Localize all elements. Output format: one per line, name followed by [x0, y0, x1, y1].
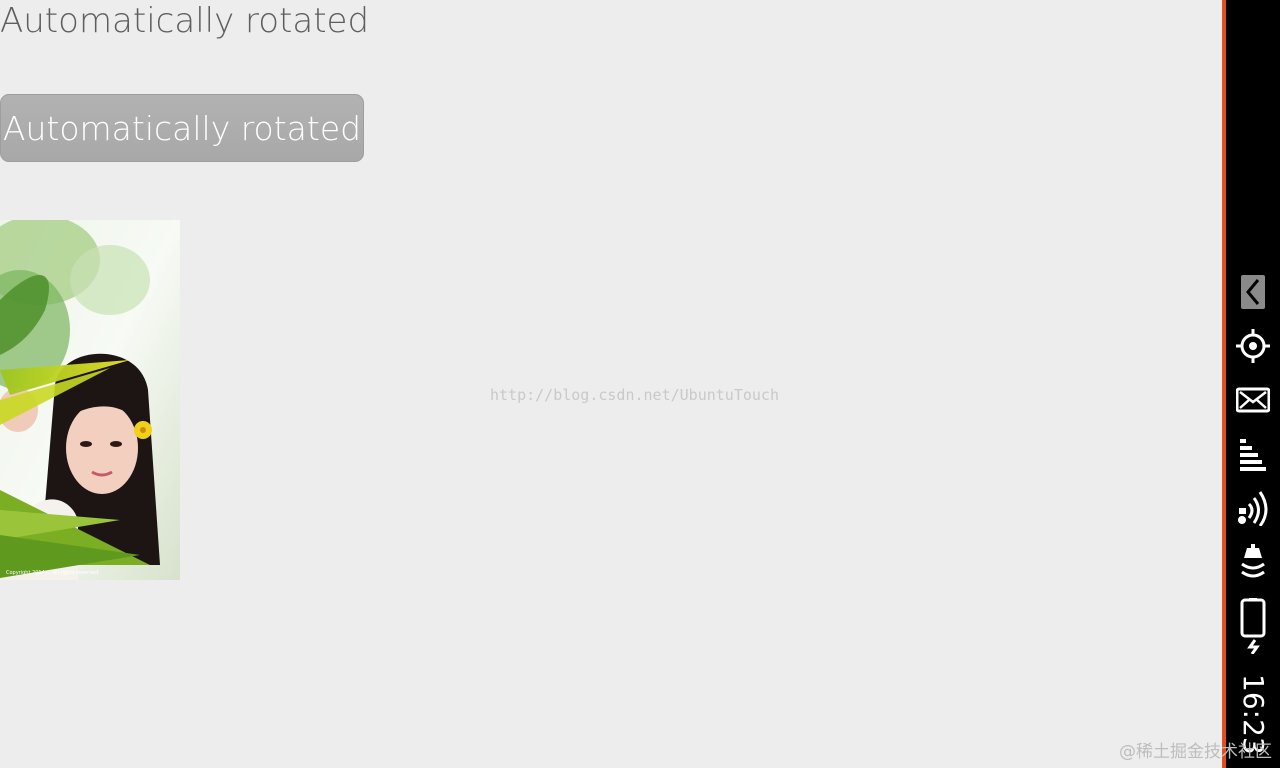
messages-icon[interactable] [1235, 382, 1271, 418]
rotate-button[interactable]: Automatically rotated [0, 94, 364, 162]
location-icon[interactable] [1236, 328, 1270, 364]
indicator-bar: 16:23 [1222, 0, 1280, 768]
network-icon[interactable] [1236, 490, 1270, 527]
corner-watermark: @稀土掘金技术社区 [1119, 742, 1272, 762]
rotated-photo: Copyright 2014 ... All rights reserved [0, 220, 180, 580]
page-title: Automatically rotated [0, 1, 370, 41]
sound-level-icon[interactable] [1236, 436, 1270, 472]
center-watermark: http://blog.csdn.net/UbuntuTouch [490, 386, 779, 404]
back-chevron-icon[interactable] [1236, 274, 1270, 310]
bluetooth-icon[interactable] [1236, 544, 1270, 580]
battery-charging-icon[interactable] [1236, 598, 1270, 655]
launcher-edge [1222, 0, 1226, 768]
app-window: Automatically rotated Automatically rota… [0, 0, 1280, 768]
main-content: Automatically rotated Automatically rota… [0, 0, 1222, 768]
photo-caption: Copyright 2014 ... All rights reserved [6, 570, 98, 576]
photo-image: Copyright 2014 ... All rights reserved [0, 220, 180, 580]
